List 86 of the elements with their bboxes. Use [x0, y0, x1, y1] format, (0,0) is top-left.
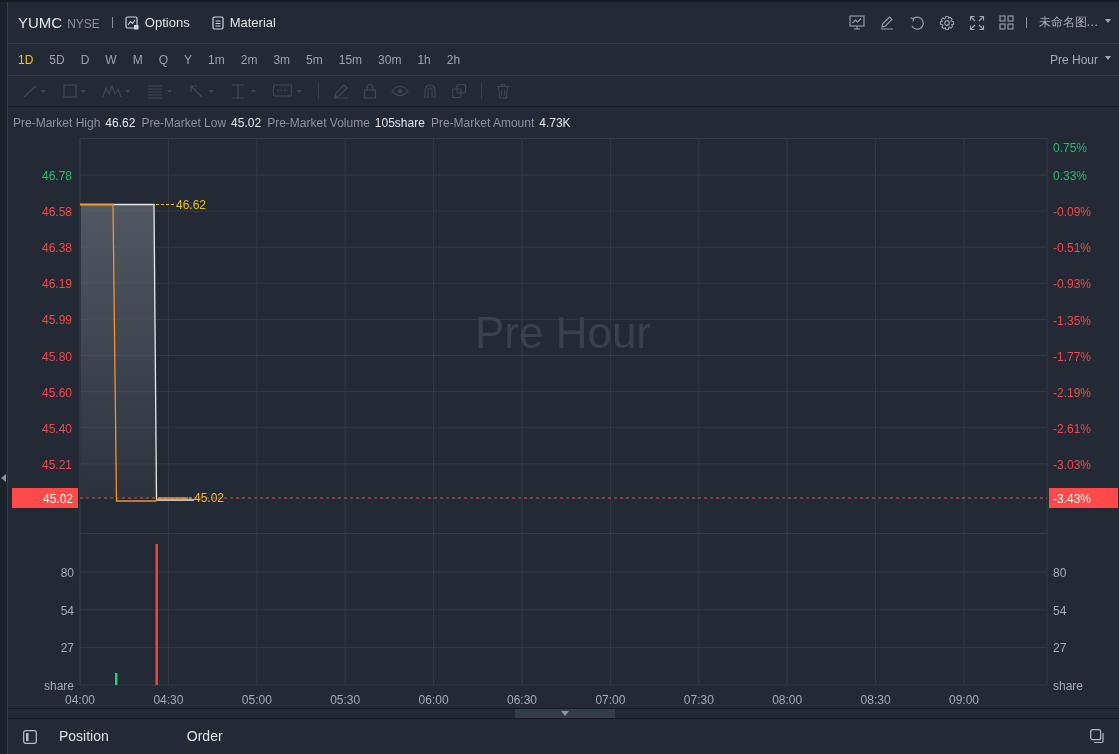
time-axis-label: 09:00	[949, 693, 979, 707]
time-axis-label: 06:00	[418, 693, 449, 707]
layout-dropdown[interactable]: 未命名图...	[1038, 14, 1111, 31]
timeframe-tab[interactable]: W	[105, 52, 117, 67]
timeframe-tab[interactable]: 1h	[417, 52, 431, 67]
timeframe-tab[interactable]: 2m	[240, 52, 258, 67]
price-axis-label: 45.40	[41, 421, 72, 436]
refresh-icon[interactable]	[908, 14, 925, 31]
price-axis-label: 46.38	[41, 241, 72, 256]
stat-value: 105share	[374, 115, 425, 130]
percent-axis-label: -3.03%	[1053, 457, 1092, 472]
collapse-arrow-icon[interactable]	[1, 474, 6, 482]
volume-axis-label: share	[43, 679, 74, 694]
timeframe-tab[interactable]: 30m	[378, 52, 402, 67]
stat-value: 45.02	[231, 115, 262, 130]
timeframe-tab[interactable]: 3m	[273, 52, 291, 67]
document-icon	[211, 15, 224, 30]
chart-monitor-icon[interactable]	[848, 15, 865, 30]
volume-axis-label: 80	[1053, 566, 1067, 580]
percent-axis-label: -0.51%	[1053, 241, 1092, 256]
timeframe-tab[interactable]: 2h	[446, 52, 461, 67]
timeframe-tab[interactable]: 1D	[18, 52, 34, 67]
copy-window-icon[interactable]	[1090, 729, 1105, 744]
percent-axis-label: -0.09%	[1053, 205, 1092, 220]
percent-axis-label: -2.19%	[1053, 385, 1092, 400]
timeframe-tab[interactable]: 5D	[49, 52, 65, 67]
grid-layout-icon[interactable]	[998, 15, 1014, 30]
time-axis-label: 06:30	[507, 693, 537, 707]
timeframe-tab[interactable]: Q	[158, 52, 169, 67]
time-axis-label: 04:00	[65, 693, 95, 707]
price-axis-label: 46.58	[41, 205, 72, 220]
time-axis-label: 07:00	[595, 693, 626, 707]
exchange-label: NYSE	[67, 16, 100, 31]
stat-label: Pre-Market Volume	[267, 115, 370, 130]
panel-toggle-icon[interactable]	[23, 729, 37, 744]
timeframe-tab[interactable]: M	[132, 52, 143, 67]
high-price-label: 46.62	[176, 197, 207, 212]
bottom-tab[interactable]: Order	[186, 727, 223, 746]
percent-axis-label: 0.33%	[1053, 169, 1088, 184]
fullscreen-icon[interactable]	[968, 14, 985, 31]
time-axis-label: 08:00	[772, 693, 803, 707]
material-link[interactable]: Material	[211, 15, 276, 30]
price-axis-label: 46.78	[41, 169, 72, 183]
stat-label: Pre-Market Amount	[430, 115, 535, 130]
price-axis-label: 45.21	[41, 457, 72, 472]
price-axis-label: 45.60	[41, 385, 72, 400]
session-dropdown[interactable]: Pre Hour	[1049, 52, 1111, 67]
last-price-tag: 45.02	[12, 488, 78, 508]
low-price-label: 45.02	[194, 491, 225, 505]
last-change-tag: -3.43%	[1049, 488, 1118, 508]
percent-axis-label: 0.75%	[1053, 141, 1088, 155]
stat-value: 4.73K	[539, 115, 571, 130]
volume-axis-label: share	[1053, 679, 1084, 694]
time-axis-label: 08:30	[860, 693, 891, 707]
timeframe-tab[interactable]: 15m	[338, 52, 363, 67]
volume-axis-label: 54	[60, 603, 74, 618]
stat-label: Pre-Market High	[13, 115, 101, 130]
time-axis-label: 04:30	[153, 693, 184, 707]
percent-axis-label: -0.93%	[1053, 277, 1092, 292]
timeframe-tab[interactable]: D	[80, 52, 90, 67]
time-axis-label: 05:00	[241, 693, 272, 707]
symbol-label: YUMC	[18, 14, 63, 31]
timeframe-tab[interactable]: 1m	[208, 52, 225, 67]
volume-axis-label: 27	[60, 641, 74, 656]
volume-axis-label: 80	[60, 566, 74, 580]
time-axis-label: 05:30	[330, 693, 361, 707]
price-axis-label: 45.99	[41, 313, 72, 328]
edit-icon[interactable]	[878, 14, 895, 31]
price-axis-label: 45.80	[41, 349, 72, 364]
bottom-tab[interactable]: Position	[59, 727, 109, 746]
volume-axis-label: 27	[1053, 641, 1067, 656]
percent-axis-label: -2.61%	[1053, 421, 1092, 436]
timeframe-tab[interactable]: 5m	[306, 52, 323, 67]
time-axis-label: 07:30	[683, 693, 714, 707]
stat-label: Pre-Market Low	[141, 115, 227, 130]
timeframe-tab[interactable]: Y	[184, 52, 193, 67]
volume-bar	[115, 673, 118, 685]
settings-icon[interactable]	[938, 14, 955, 31]
percent-axis-label: -1.35%	[1053, 313, 1092, 328]
scroll-handle[interactable]	[515, 709, 615, 718]
chart-document-icon	[124, 15, 139, 30]
percent-axis-label: -1.77%	[1053, 349, 1092, 364]
volume-axis-label: 54	[1053, 603, 1067, 618]
options-link[interactable]: Options	[124, 15, 190, 30]
price-axis-label: 46.19	[41, 277, 72, 292]
stat-value: 46.62	[105, 115, 136, 130]
